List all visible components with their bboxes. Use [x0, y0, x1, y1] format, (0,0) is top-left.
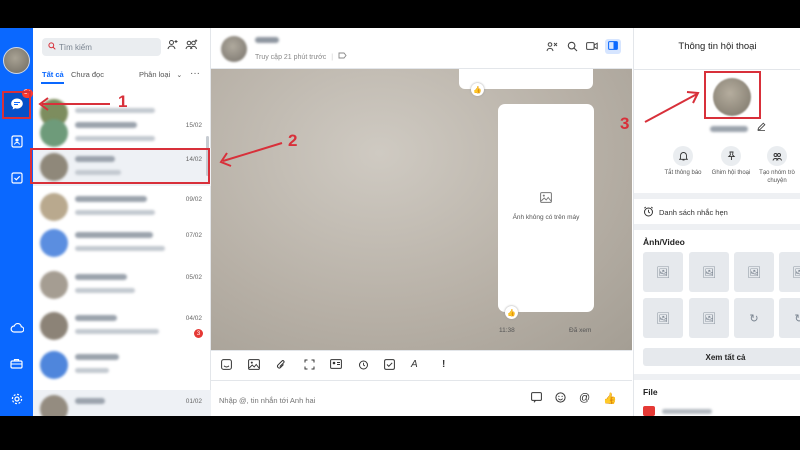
annotation-number-2: 2 — [288, 131, 298, 150]
app-window: 5+ Tìm kiếm Tất cả Chưa đọc Phân loại ⌄ … — [0, 28, 800, 416]
annotation-number-3: 3 — [620, 114, 630, 133]
annotation-number-1: 1 — [118, 92, 128, 111]
annotation-arrow-3 — [644, 91, 700, 123]
